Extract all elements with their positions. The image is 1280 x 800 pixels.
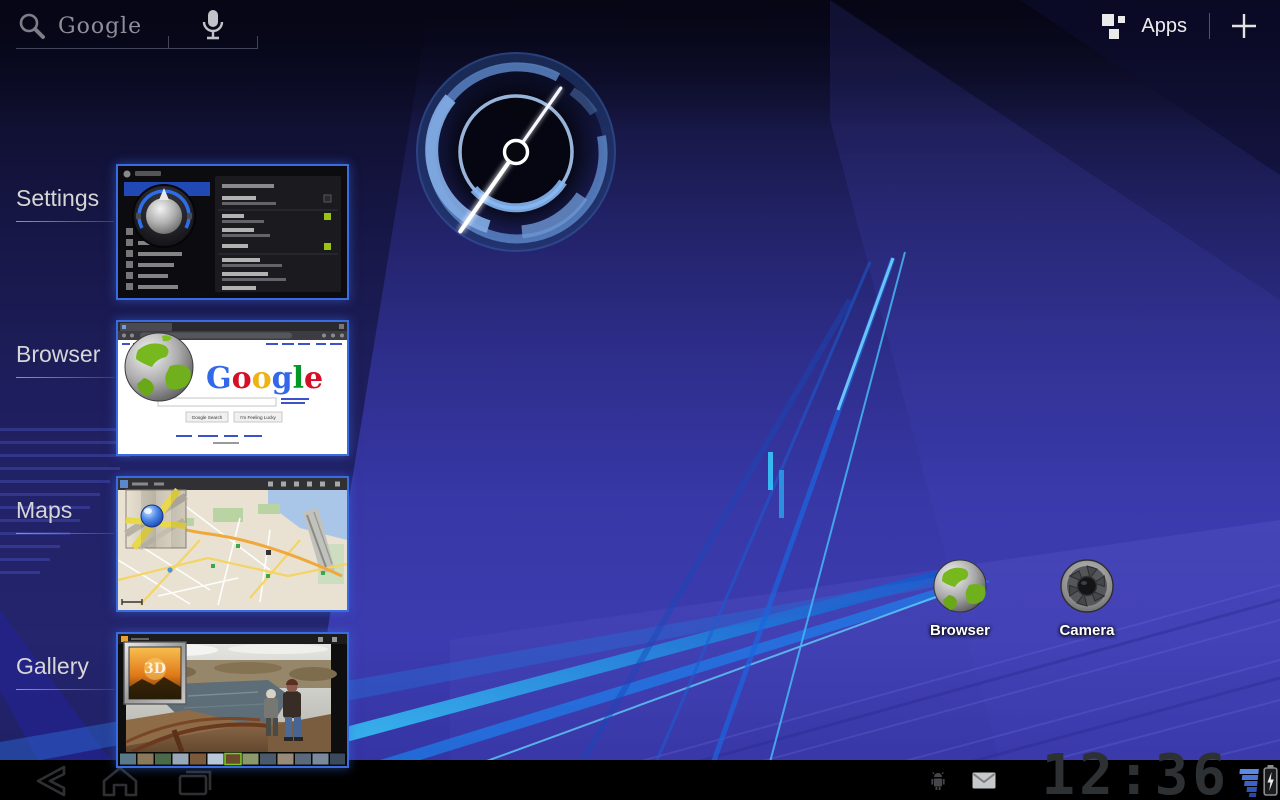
voice-search-button[interactable] — [168, 4, 258, 48]
apps-button[interactable]: Apps — [1093, 8, 1195, 44]
email-notification-icon[interactable] — [972, 772, 996, 789]
recent-thumbnail-maps[interactable] — [116, 476, 349, 612]
recent-underline — [16, 689, 114, 690]
apps-button-label: Apps — [1141, 15, 1187, 38]
add-widget-button[interactable] — [1224, 8, 1264, 44]
google-page-logo: Google — [206, 361, 323, 396]
camera-lens-icon — [1059, 558, 1115, 614]
recent-thumbnail-browser[interactable]: Google Google Search I'm Feeling Lucky — [116, 320, 349, 456]
search-text-zone[interactable]: Google — [16, 4, 168, 48]
maps-app-icon — [126, 490, 186, 548]
browser-app-icon — [125, 333, 193, 401]
recent-label-maps: Maps — [16, 497, 72, 524]
google-search-button: Google Search — [192, 415, 223, 420]
settings-app-icon — [133, 185, 195, 247]
google-search-widget[interactable]: Google — [16, 4, 258, 49]
home-button[interactable] — [94, 764, 146, 798]
google-logo-text: Google — [58, 14, 142, 39]
recent-underline — [16, 377, 114, 378]
usb-debug-notification-icon[interactable] — [928, 771, 948, 791]
gallery-3d-label: 3D — [144, 661, 166, 677]
signal-strength-icon — [1236, 768, 1260, 798]
recent-label-browser: Browser — [16, 341, 100, 368]
desktop-icon-label: Camera — [1045, 622, 1129, 639]
recent-underline — [16, 221, 114, 222]
recent-thumbnail-gallery[interactable]: 3D — [116, 632, 349, 768]
analog-clock-widget[interactable] — [412, 46, 620, 258]
battery-charging-icon — [1263, 765, 1278, 796]
recent-underline — [16, 533, 114, 534]
recent-label-gallery: Gallery — [16, 653, 89, 680]
apps-grid-icon — [1101, 12, 1129, 40]
recent-thumbnail-settings[interactable] — [116, 164, 349, 300]
search-end-tick — [257, 36, 258, 48]
recent-label-settings: Settings — [16, 185, 99, 212]
search-divider — [168, 36, 169, 48]
back-button[interactable] — [24, 764, 76, 798]
search-icon — [16, 10, 48, 42]
corner-divider — [1209, 13, 1210, 39]
browser-globe-icon — [932, 558, 988, 614]
top-right-actions: Apps — [1093, 8, 1264, 44]
gallery-app-icon: 3D — [124, 642, 186, 704]
recent-apps-button[interactable] — [170, 764, 222, 798]
system-clock[interactable]: 12:36 — [1041, 752, 1230, 800]
plus-icon — [1230, 12, 1258, 40]
microphone-icon — [200, 8, 226, 44]
desktop-icon-camera[interactable]: Camera — [1045, 558, 1129, 639]
honeycomb-home-screen: Google Apps — [0, 0, 1280, 800]
desktop-icon-label: Browser — [918, 622, 1002, 639]
feeling-lucky-button: I'm Feeling Lucky — [240, 415, 276, 420]
desktop-icon-browser[interactable]: Browser — [918, 558, 1002, 639]
